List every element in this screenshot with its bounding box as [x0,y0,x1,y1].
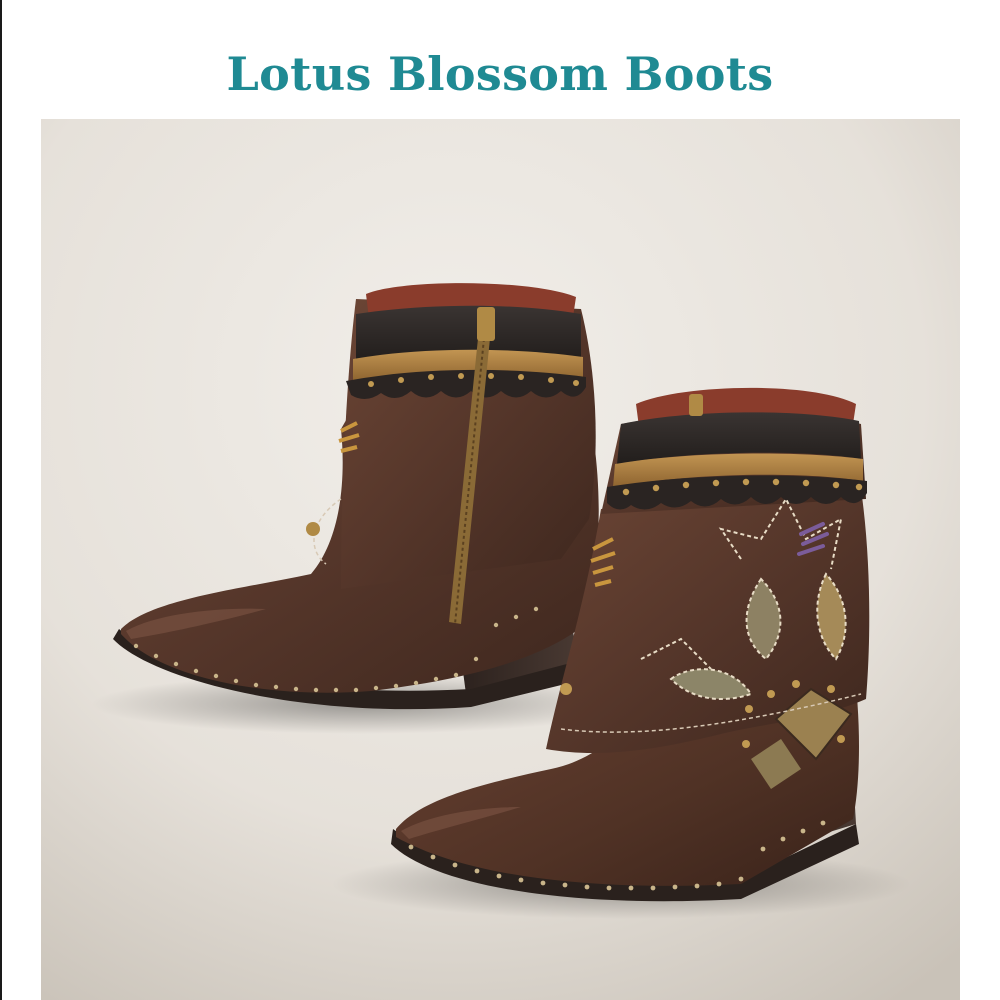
boots-image [41,119,960,1000]
product-page: Lotus Blossom Boots [0,0,1000,1000]
left-border [0,0,2,1000]
product-title: Lotus Blossom Boots [226,46,774,101]
product-image[interactable] [41,119,960,1000]
